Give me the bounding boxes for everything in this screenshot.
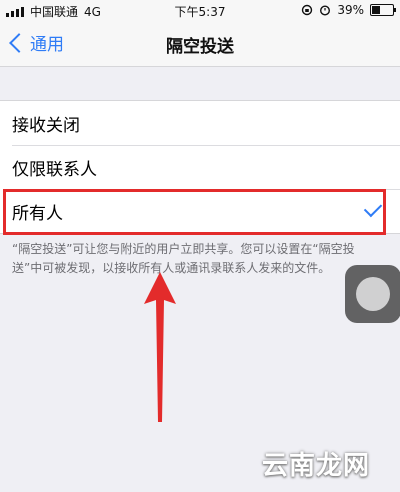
status-bar: 中国联通 4G 下午5:37 39% xyxy=(0,0,400,22)
rotation-lock-icon xyxy=(302,4,313,16)
option-contacts-only[interactable]: 仅限联系人 xyxy=(0,145,400,189)
status-right: 39% xyxy=(301,3,396,17)
assistive-touch-icon xyxy=(356,277,390,311)
annotation-highlight-box xyxy=(3,189,386,235)
watermark: 云南龙网 xyxy=(262,451,371,481)
battery-percent: 39% xyxy=(337,3,364,17)
option-label: 仅限联系人 xyxy=(12,159,97,180)
navigation-bar: 通用 隔空投送 xyxy=(0,22,400,67)
option-receiving-off[interactable]: 接收关闭 xyxy=(0,101,400,145)
alarm-icon xyxy=(320,5,331,16)
page-title: 隔空投送 xyxy=(166,37,234,57)
footer-note: “隔空投送”可让您与附近的用户立即共享。您可以设置在“隔空投送”中可被发现，以接… xyxy=(12,242,355,275)
battery-icon xyxy=(370,4,396,16)
assistive-touch-button[interactable] xyxy=(345,265,400,323)
annotation-arrow-icon xyxy=(144,272,176,422)
option-label: 接收关闭 xyxy=(12,115,80,136)
